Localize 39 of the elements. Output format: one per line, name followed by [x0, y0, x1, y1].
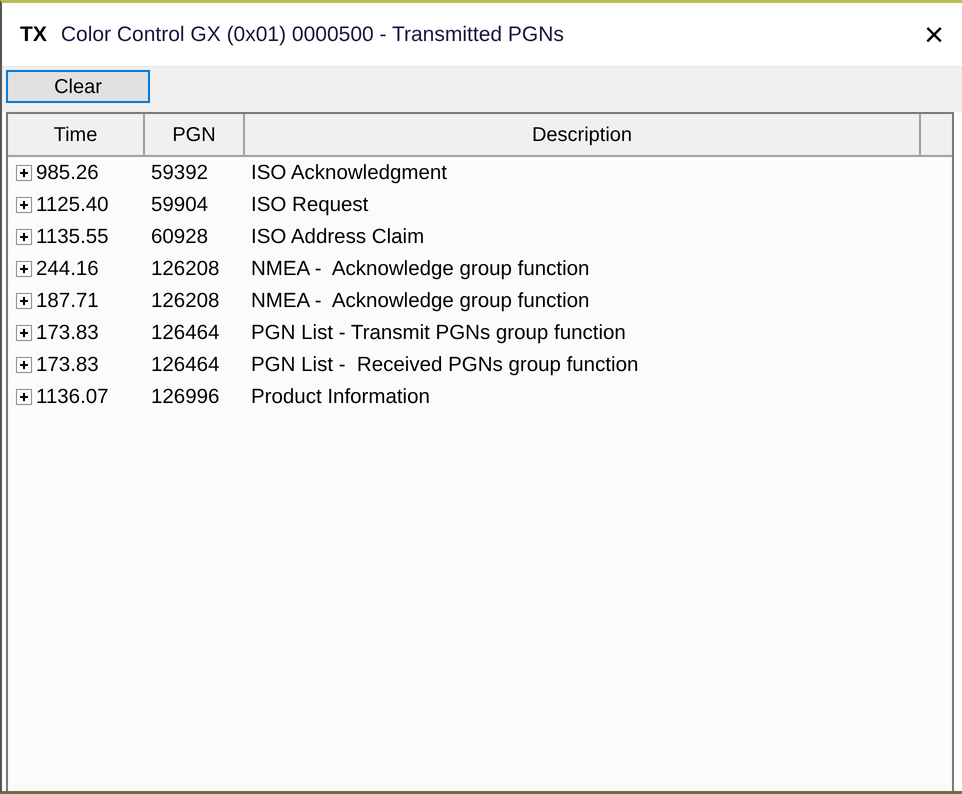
- pgn-cell-text: 126996: [150, 384, 220, 410]
- column-header[interactable]: PGN: [145, 114, 245, 155]
- pgn-cell-text: 126208: [150, 288, 220, 314]
- pgn-cell-text: 126208: [150, 256, 220, 282]
- window-title: Color Control GX (0x01) 0000500 - Transmitted PGNs: [60, 22, 564, 48]
- pgn-cell-text: 59904: [150, 192, 210, 218]
- description-cell-text: PGN List - Transmit PGNs group function: [250, 320, 626, 346]
- time-cell-text: 173.83: [36, 320, 99, 346]
- pgn-cell-text: 126464: [150, 352, 220, 378]
- time-cell-text: 1135.55: [36, 224, 109, 250]
- description-cell-text: ISO Acknowledgment: [250, 160, 447, 186]
- time-cell-text: 985.26: [36, 160, 99, 186]
- pgn-cell-text: 60928: [150, 224, 210, 250]
- expand-icon[interactable]: [16, 165, 32, 181]
- time-cell-text: 187.71: [36, 288, 99, 314]
- expand-icon[interactable]: [16, 389, 32, 405]
- description-cell-text: NMEA - Acknowledge group function: [250, 256, 590, 282]
- time-cell-text: 1125.40: [36, 192, 109, 218]
- column-header[interactable]: Description: [245, 114, 921, 155]
- description-cell-text: NMEA - Acknowledge group function: [250, 288, 590, 314]
- expand-icon[interactable]: [16, 293, 32, 309]
- description-cell-text: ISO Address Claim: [250, 224, 424, 250]
- time-cell-text: 1136.07: [36, 384, 109, 410]
- expand-icon[interactable]: [16, 261, 32, 277]
- time-cell-text: 244.16: [36, 256, 99, 282]
- expand-icon[interactable]: [16, 197, 32, 213]
- expand-icon[interactable]: [16, 325, 32, 341]
- description-cell-text: PGN List - Received PGNs group function: [250, 352, 638, 378]
- expand-icon[interactable]: [16, 229, 32, 245]
- close-button[interactable]: ×: [920, 18, 948, 52]
- time-cell-text: 173.83: [36, 352, 99, 378]
- column-header[interactable]: Time: [8, 114, 145, 155]
- pgn-cell-text: 59392: [150, 160, 210, 186]
- clear-button[interactable]: Clear: [6, 70, 150, 103]
- description-cell-text: Product Information: [250, 384, 430, 410]
- window-label: TX: [20, 22, 47, 48]
- description-cell-text: ISO Request: [250, 192, 368, 218]
- expand-icon[interactable]: [16, 357, 32, 373]
- pgn-cell-text: 126464: [150, 320, 220, 346]
